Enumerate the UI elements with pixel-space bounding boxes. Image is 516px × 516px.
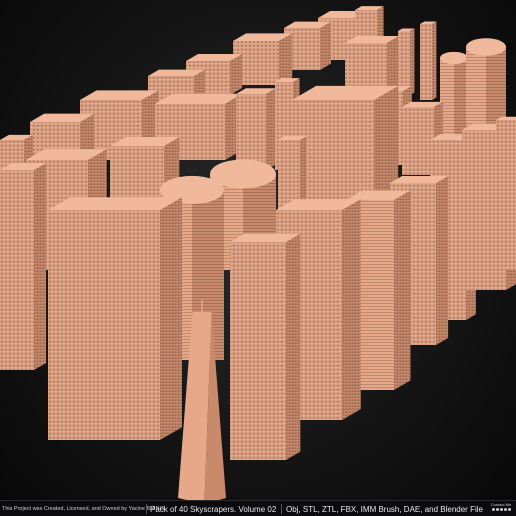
building-tower <box>420 21 437 100</box>
render-viewport: This Project was Created, Licensed, and … <box>0 0 516 516</box>
credit-text: This Project was Created, Licensed, and … <box>2 506 165 512</box>
pack-title: Pack of 40 Skyscrapers. Volume 02 <box>150 504 277 514</box>
social-icons <box>488 508 514 511</box>
footer-bar: This Project was Created, Licensed, and … <box>0 500 516 516</box>
contact-logo: Contact Me <box>488 502 514 516</box>
building <box>230 233 301 460</box>
building-tower <box>398 28 415 95</box>
skyscraper-render <box>0 6 516 500</box>
building <box>355 6 384 40</box>
building <box>48 197 182 440</box>
cylinder-tower <box>440 51 468 140</box>
file-formats: Obj, STL, ZTL, FBX, IMM Brush, DAE, and … <box>286 504 483 514</box>
divider <box>281 504 282 514</box>
building <box>236 88 276 170</box>
building-tower <box>0 162 47 370</box>
contact-caption: Contact Me <box>490 502 512 507</box>
building-tower <box>496 116 516 270</box>
divider <box>146 504 147 514</box>
